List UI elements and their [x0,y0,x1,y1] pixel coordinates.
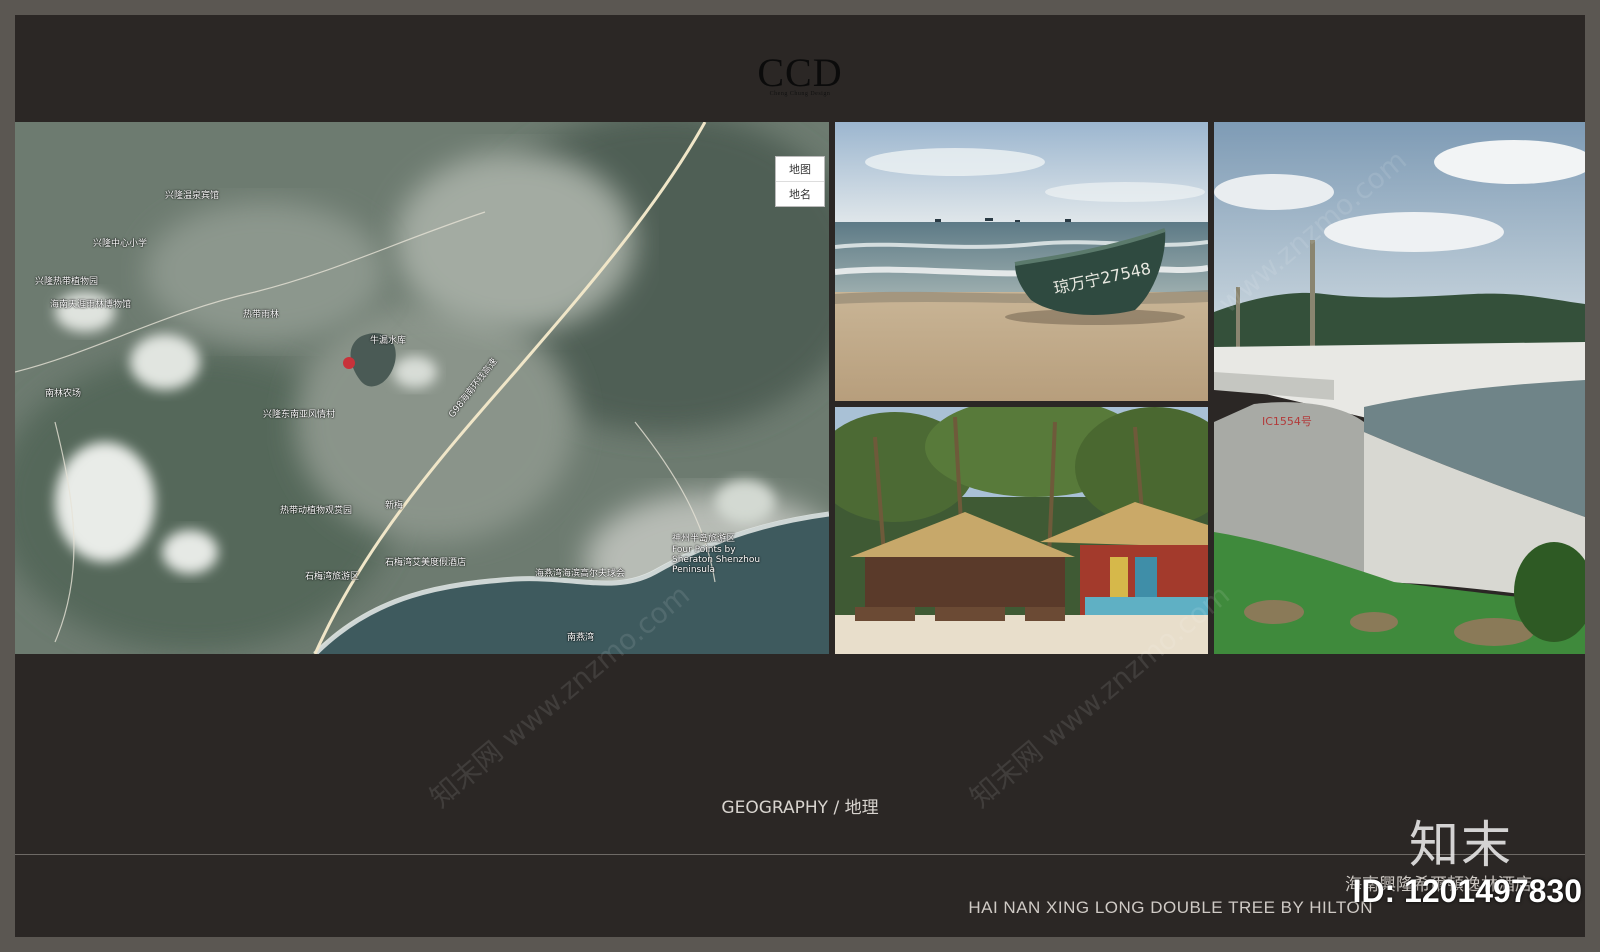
ccd-logo: CCD Cheng Chung Design [15,50,1585,98]
logo-main-text: CCD [757,50,843,95]
map-label: 兴隆东南亚风情村 [263,410,336,420]
footer-divider [15,854,1585,855]
map-label: 热带雨林 [243,310,280,320]
hotel-name-english: HAI NAN XING LONG DOUBLE TREE BY HILTON [968,898,1373,917]
reservoir-dam-photo: IC1554号 [1214,122,1585,654]
map-label: 兴隆中心小学 [93,239,148,249]
map-label: 南林农场 [45,389,82,399]
map-mode-button[interactable]: 地图 [776,157,824,182]
watermark-brand: 知末 [1409,816,1513,874]
place-names-button[interactable]: 地名 [776,182,824,206]
beach-boat-photo: 琼万宁27548 [835,122,1208,401]
map-label: 海南天涯雨林博物馆 [50,300,132,310]
map-label: 兴隆热带植物园 [35,277,99,287]
section-caption: GEOGRAPHY / 地理 [721,798,879,818]
map-type-control[interactable]: 地图 地名 [775,156,825,207]
map-label: 石梅湾旅游区 [305,572,360,582]
map-label: 新梅 [385,501,404,511]
watermark-id: ID: 1201497830 [1352,873,1582,909]
logo-sub-text: Cheng Chung Design [769,91,831,97]
wall-mark: IC1554号 [1262,415,1312,428]
presentation-slide: CCD Cheng Chung Design 地图 地名 兴隆温泉宾馆 兴隆热带… [15,15,1585,937]
map-label: 神州半岛旅游区 [672,534,736,544]
map-label: 石梅湾艾美度假酒店 [385,558,467,568]
thatched-huts-photo [835,407,1208,654]
satellite-map[interactable]: 地图 地名 兴隆温泉宾馆 兴隆热带植物园 兴隆中心小学 海南天涯雨林博物馆 兴隆… [15,122,829,654]
map-label: 牛漏水库 [370,336,407,346]
map-label: 兴隆温泉宾馆 [165,191,220,201]
map-label: Four Points by Sheraton Shenzhou Peninsu… [672,545,761,575]
map-label: 海燕湾海滨高尔夫球会 [535,569,626,579]
map-label: 热带动植物观赏园 [280,506,353,516]
